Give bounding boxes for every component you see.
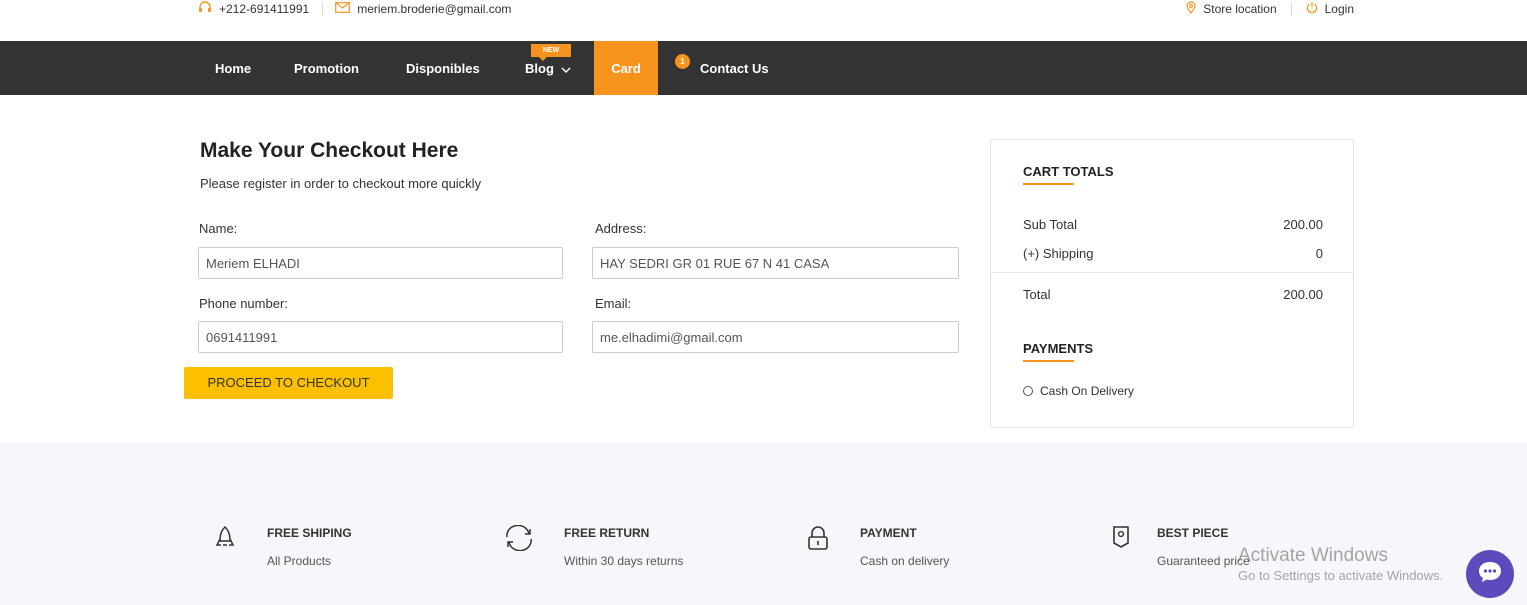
name-field[interactable] — [198, 247, 563, 279]
nav-card[interactable]: Card — [594, 41, 658, 95]
payment-option-label: Cash On Delivery — [1040, 384, 1135, 398]
subtotal-value: 200.00 — [1283, 217, 1323, 232]
divider — [991, 272, 1353, 273]
phone-field[interactable] — [198, 321, 563, 353]
feature-title: BEST PIECE — [1157, 526, 1229, 540]
total-label: Total — [1023, 287, 1051, 302]
email-field[interactable] — [592, 321, 959, 353]
feature-title: FREE SHIPING — [267, 526, 352, 540]
email-label: Email: — [595, 296, 632, 311]
payments-heading: PAYMENTS — [1023, 341, 1094, 356]
heading-underline — [1023, 183, 1074, 185]
name-label: Name: — [199, 221, 238, 236]
chat-widget-button[interactable] — [1466, 550, 1514, 598]
rocket-icon — [214, 525, 238, 549]
top-bar: +212-691411991 meriem.broderie@gmail.com… — [0, 0, 1527, 41]
shipping-label: (+) Shipping — [1023, 246, 1094, 261]
contact-info: +212-691411991 meriem.broderie@gmail.com — [198, 1, 511, 17]
checkout-title: Make Your Checkout Here — [200, 139, 459, 162]
refresh-icon — [503, 524, 532, 552]
payment-option-cash[interactable]: Cash On Delivery — [1023, 384, 1134, 398]
feature-subtitle: Within 30 days returns — [564, 554, 684, 568]
proceed-to-checkout-button[interactable]: PROCEED TO CHECKOUT — [184, 367, 393, 399]
chevron-down-icon — [560, 42, 571, 98]
mail-icon — [335, 2, 351, 16]
cart-totals-panel: CART TOTALS Sub Total 200.00 (+) Shippin… — [990, 139, 1354, 428]
nav-blog[interactable]: Blog — [525, 41, 571, 95]
shipping-row: (+) Shipping 0 — [1023, 246, 1323, 261]
headset-icon — [198, 1, 212, 17]
nav-contact-us[interactable]: Contact Us — [700, 41, 769, 95]
chat-icon — [1477, 560, 1503, 589]
feature-title: FREE RETURN — [564, 526, 650, 540]
map-pin-icon — [1186, 1, 1196, 17]
shipping-value: 0 — [1315, 246, 1323, 261]
store-location-label: Store location — [1203, 2, 1277, 16]
phone-contact[interactable]: +212-691411991 — [198, 1, 309, 17]
subtotal-label: Sub Total — [1023, 217, 1077, 232]
tag-icon — [1112, 525, 1136, 549]
feature-subtitle: All Products — [267, 554, 332, 568]
total-row: Total 200.00 — [1023, 287, 1323, 302]
email-contact[interactable]: meriem.broderie@gmail.com — [335, 2, 511, 16]
nav-disponibles[interactable]: Disponibles — [406, 41, 480, 95]
store-location-link[interactable]: Store location — [1186, 1, 1277, 17]
lock-icon — [806, 525, 830, 550]
phone-number: +212-691411991 — [219, 2, 310, 16]
feature-subtitle: Guaranteed price — [1157, 554, 1250, 568]
login-link[interactable]: Login — [1306, 1, 1354, 17]
address-field[interactable] — [592, 247, 959, 279]
watermark-title: Activate Windows — [1238, 545, 1388, 566]
phone-label: Phone number: — [199, 296, 288, 311]
windows-activation-watermark: Activate Windows Go to Settings to activ… — [1238, 545, 1443, 583]
feature-title: PAYMENT — [860, 526, 917, 540]
heading-underline — [1023, 360, 1074, 362]
account-links: Store location Login — [1186, 1, 1354, 17]
login-label: Login — [1324, 2, 1354, 16]
address-label: Address: — [595, 221, 647, 236]
nav-blog-label: Blog — [525, 61, 554, 76]
nav-home[interactable]: Home — [215, 41, 251, 95]
main-navigation: Home Promotion Disponibles NEW Blog Card… — [0, 41, 1527, 95]
radio-button[interactable] — [1023, 386, 1033, 396]
divider — [322, 2, 324, 16]
power-icon — [1306, 1, 1318, 17]
watermark-subtitle: Go to Settings to activate Windows. — [1238, 568, 1444, 583]
nav-promotion[interactable]: Promotion — [294, 41, 359, 95]
notification-badge: 1 — [675, 54, 690, 69]
email-address: meriem.broderie@gmail.com — [357, 2, 512, 16]
divider — [1290, 2, 1292, 16]
total-value: 200.00 — [1283, 287, 1323, 302]
cart-totals-heading: CART TOTALS — [1023, 164, 1114, 179]
feature-subtitle: Cash on delivery — [860, 554, 950, 568]
checkout-subtitle: Please register in order to checkout mor… — [200, 176, 482, 191]
subtotal-row: Sub Total 200.00 — [1023, 217, 1323, 232]
